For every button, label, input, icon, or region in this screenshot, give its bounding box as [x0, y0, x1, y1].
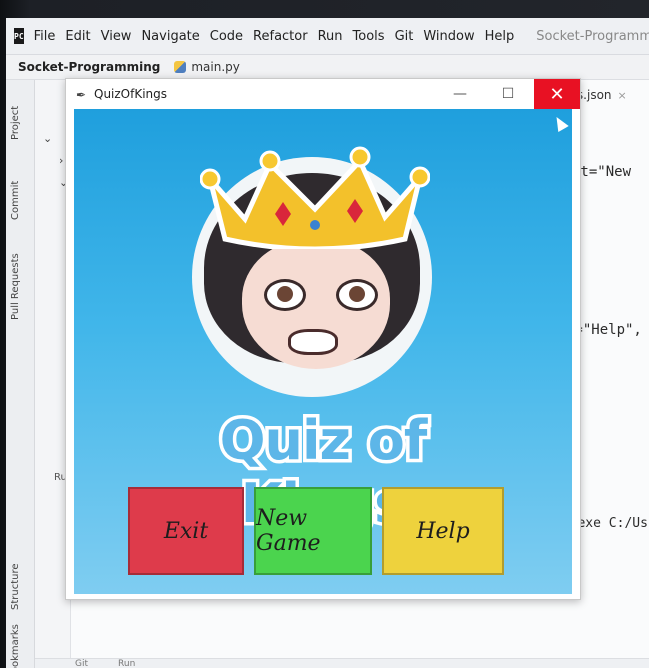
- app-window-title: QuizOfKings: [94, 87, 168, 101]
- app-canvas: Quiz of Kings Exit New Game Help: [74, 109, 572, 594]
- breadcrumb-project[interactable]: Socket-Programming: [18, 60, 160, 74]
- exit-button[interactable]: Exit: [128, 487, 244, 575]
- character-mouth: [288, 329, 338, 355]
- menu-run[interactable]: Run: [318, 29, 343, 44]
- menu-navigate[interactable]: Navigate: [141, 29, 199, 44]
- maximize-button[interactable]: ☐: [488, 79, 528, 109]
- close-tab-icon[interactable]: ×: [618, 89, 627, 102]
- character-right-eye: [336, 279, 378, 311]
- chevron-right-icon[interactable]: ›: [59, 154, 63, 167]
- ide-window-title: Socket-Programming - m: [536, 28, 649, 44]
- side-tab-bookmarks[interactable]: Bookmarks: [10, 624, 21, 668]
- bottom-tab-git[interactable]: Git: [75, 659, 88, 668]
- minimize-button[interactable]: —: [440, 79, 480, 109]
- ide-menubar: PC File Edit View Navigate Code Refactor…: [6, 18, 649, 55]
- menu-edit[interactable]: Edit: [65, 29, 90, 44]
- pycharm-logo-icon: PC: [14, 28, 24, 44]
- side-tab-structure[interactable]: Structure: [10, 563, 21, 610]
- ide-breadcrumb: Socket-Programming main.py: [6, 55, 649, 80]
- breadcrumb-file-label: main.py: [191, 60, 240, 74]
- ide-screen: PC File Edit View Navigate Code Refactor…: [6, 18, 649, 668]
- menu-view[interactable]: View: [101, 29, 132, 44]
- close-button[interactable]: ✕: [534, 79, 580, 109]
- quiz-app-window: ✒ QuizOfKings — ☐ ✕ Quiz of Ki: [65, 78, 581, 600]
- menu-file[interactable]: File: [34, 29, 56, 44]
- side-tab-commit[interactable]: Commit: [10, 181, 21, 220]
- crown-icon: [200, 146, 430, 249]
- python-file-icon: [174, 61, 187, 73]
- character-left-eye: [264, 279, 306, 311]
- menu-window[interactable]: Window: [423, 29, 474, 44]
- feather-icon: ✒: [76, 88, 87, 102]
- bottom-tab-run[interactable]: Run: [118, 659, 135, 668]
- ide-left-toolstrip: Project Commit Pull Requests Structure B…: [6, 80, 35, 668]
- help-button[interactable]: Help: [382, 487, 504, 575]
- menu-code[interactable]: Code: [210, 29, 243, 44]
- breadcrumb-file[interactable]: main.py: [174, 60, 240, 74]
- ide-bottom-bar: Git Run: [35, 658, 649, 668]
- menu-refactor[interactable]: Refactor: [253, 29, 308, 44]
- menu-help[interactable]: Help: [485, 29, 515, 44]
- app-titlebar[interactable]: ✒ QuizOfKings — ☐ ✕: [66, 79, 580, 109]
- chevron-down-icon[interactable]: ⌄: [43, 132, 52, 145]
- side-tab-project[interactable]: Project: [10, 106, 21, 140]
- new-game-button[interactable]: New Game: [254, 487, 372, 575]
- menu-tools[interactable]: Tools: [353, 29, 385, 44]
- menu-git[interactable]: Git: [395, 29, 414, 44]
- side-tab-pull-requests[interactable]: Pull Requests: [10, 253, 21, 320]
